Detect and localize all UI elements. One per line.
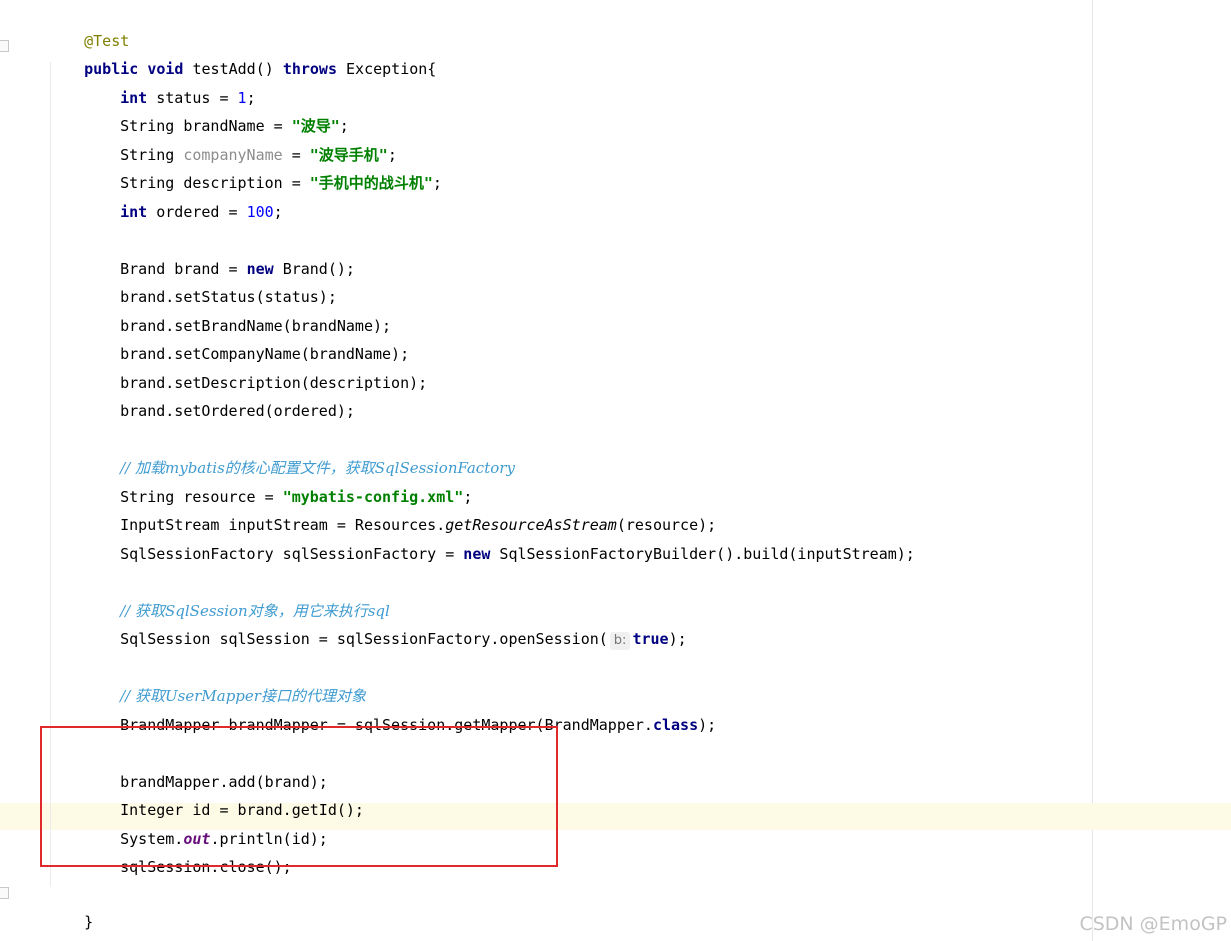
- parameter-hint: b:: [609, 632, 631, 650]
- code-line[interactable]: String brandName = "波导";: [84, 93, 349, 135]
- code-text: SqlSession sqlSession = sqlSessionFactor…: [120, 630, 608, 648]
- code-line[interactable]: brand.setOrdered(ordered);: [84, 378, 355, 420]
- watermark-text: CSDN @EmoGP: [1079, 913, 1227, 935]
- keyword-token: int: [120, 203, 148, 221]
- code-line[interactable]: InputStream inputStream = Resources.getR…: [84, 492, 716, 534]
- string-literal: "手机中的战斗机": [309, 174, 433, 192]
- code-line[interactable]: brand.setBrandName(brandName);: [84, 293, 391, 335]
- code-text: SqlSessionFactory sqlSessionFactory =: [120, 545, 464, 563]
- code-line[interactable]: int ordered = 100;: [84, 179, 283, 221]
- red-highlight-box: [40, 726, 558, 867]
- keyword-token: class: [652, 716, 699, 734]
- code-line[interactable]: SqlSession sqlSession = sqlSessionFactor…: [84, 606, 687, 650]
- code-line[interactable]: int status = 1;: [84, 65, 255, 107]
- code-text: );: [668, 630, 687, 648]
- code-line-method-signature[interactable]: public void testAdd() throws Exception{: [48, 36, 436, 78]
- code-line[interactable]: }: [11, 918, 56, 940]
- fold-icon[interactable]: [0, 40, 9, 52]
- code-text: ;: [273, 203, 283, 221]
- code-line[interactable]: brand.setStatus(status);: [84, 264, 337, 306]
- code-text: );: [698, 716, 717, 734]
- fold-icon[interactable]: [0, 887, 9, 899]
- code-line[interactable]: Brand brand = new Brand();: [84, 236, 355, 278]
- code-line[interactable]: String description = "手机中的战斗机";: [84, 150, 442, 192]
- code-line-comment[interactable]: // 加载mybatis的核心配置文件，获取SqlSessionFactory: [84, 435, 515, 477]
- code-text: brand.setOrdered(ordered);: [120, 402, 355, 420]
- code-text: ordered =: [156, 203, 247, 221]
- number-literal: 100: [246, 203, 274, 221]
- code-line-annotation[interactable]: @Test: [48, 8, 129, 50]
- code-line-comment[interactable]: // 获取SqlSession对象，用它来执行sql: [84, 578, 390, 620]
- code-line[interactable]: brand.setCompanyName(brandName);: [84, 321, 409, 363]
- code-text: Exception{: [346, 60, 437, 78]
- code-editor[interactable]: @Test public void testAdd() throws Excep…: [0, 0, 1231, 941]
- editor-gutter[interactable]: [0, 0, 12, 941]
- code-line[interactable]: String resource = "mybatis-config.xml";: [84, 464, 472, 506]
- keyword-token: new: [463, 545, 491, 563]
- code-line[interactable]: }: [48, 889, 93, 931]
- code-line[interactable]: SqlSessionFactory sqlSessionFactory = ne…: [84, 521, 915, 563]
- code-line[interactable]: BrandMapper brandMapper = sqlSession.get…: [84, 692, 716, 734]
- code-line[interactable]: String companyName = "波导手机";: [84, 122, 397, 164]
- code-text: SqlSessionFactoryBuilder().build(inputSt…: [499, 545, 915, 563]
- code-line[interactable]: brand.setDescription(description);: [84, 350, 427, 392]
- keyword-token: throws: [282, 60, 337, 78]
- right-margin-guide: [1092, 0, 1093, 941]
- code-text: ;: [432, 174, 442, 192]
- code-text: }: [84, 913, 94, 931]
- code-line-comment[interactable]: // 获取UserMapper接口的代理对象: [84, 663, 366, 705]
- keyword-token: true: [632, 630, 669, 648]
